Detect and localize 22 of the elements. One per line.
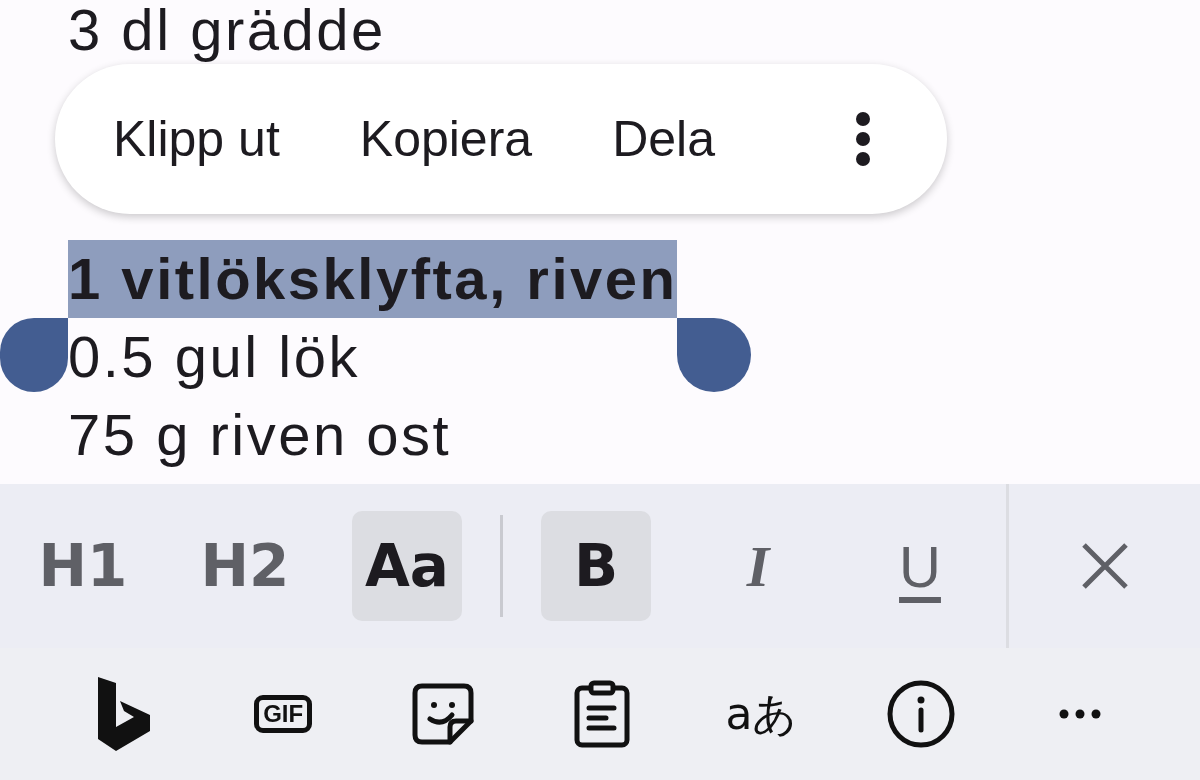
close-icon[interactable] — [1079, 541, 1130, 591]
note-text-line: 75 g riven ost — [68, 401, 452, 469]
more-icon[interactable] — [1059, 709, 1102, 719]
bold-button[interactable]: B — [541, 511, 651, 621]
info-icon[interactable] — [886, 680, 955, 748]
more-options-icon[interactable] — [854, 111, 871, 167]
bing-logo-icon[interactable] — [95, 675, 152, 753]
underline-button[interactable]: U — [865, 511, 975, 621]
heading-button[interactable]: H1 — [28, 511, 138, 621]
selection-handle[interactable] — [0, 318, 68, 392]
menu-item[interactable]: Klipp ut — [113, 110, 280, 168]
menu-item[interactable]: Kopiera — [359, 110, 533, 168]
heading-button[interactable]: H2 — [190, 511, 300, 621]
note-text-line: 3 dl grädde — [68, 0, 386, 60]
translate-button[interactable]: aあ — [725, 684, 798, 744]
italic-button[interactable]: I — [703, 511, 813, 621]
text-size-button[interactable]: Aa — [352, 511, 462, 621]
sticker-icon[interactable] — [411, 683, 474, 745]
menu-item[interactable]: Dela — [612, 110, 715, 168]
clipboard-icon[interactable] — [573, 680, 630, 748]
note-text-line: 0.5 gul lök — [68, 323, 360, 391]
gif-button[interactable]: GIF — [254, 695, 313, 733]
